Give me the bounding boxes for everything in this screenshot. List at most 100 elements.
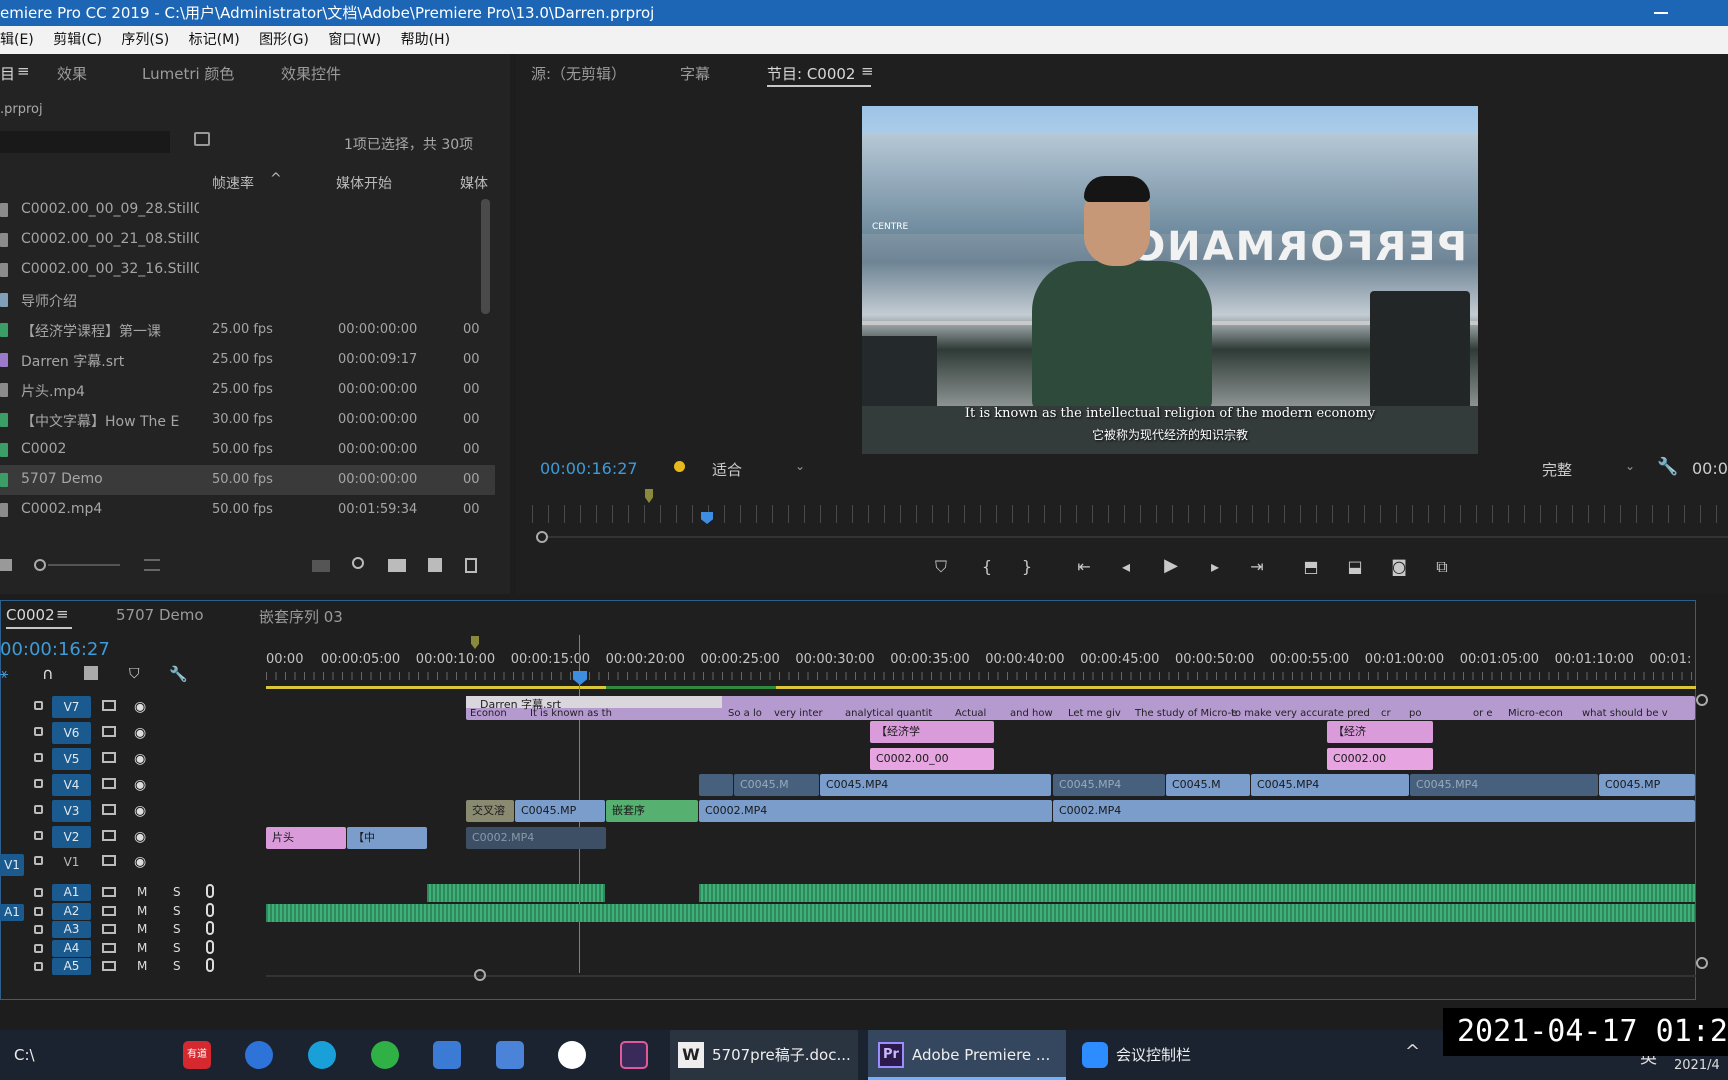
add-marker-icon[interactable]: ⛉ [129, 666, 140, 682]
tab-lumetri[interactable]: Lumetri 颜色 [142, 63, 234, 84]
taskbar-app-word[interactable]: W 5707pre稿子.doc... [670, 1030, 858, 1080]
sync-lock-icon[interactable] [102, 943, 116, 953]
caption-clip[interactable]: Micro-econ [1508, 708, 1563, 719]
panel-menu-icon[interactable]: ≡ [17, 62, 30, 80]
tab-effects[interactable]: 效果 [57, 63, 87, 84]
project-item[interactable]: 【中文字幕】How The E 30.00 fps 00:00:00:00 00 [0, 405, 495, 435]
solo-button[interactable]: S [173, 904, 181, 918]
eye-icon[interactable]: ◉ [134, 751, 146, 767]
find-icon[interactable] [194, 132, 210, 146]
work-area-bar[interactable] [266, 686, 426, 689]
clip-v4[interactable] [699, 774, 733, 796]
sync-lock-icon[interactable] [102, 700, 116, 711]
go-to-in-button[interactable]: ⇤ [1074, 557, 1094, 577]
clip-v4[interactable]: C0045.MP4 [1053, 774, 1165, 796]
track-label-v1[interactable]: V1 [52, 851, 91, 873]
program-video-frame[interactable]: CENTRE PERFORMANCE It is known as the in… [862, 106, 1478, 454]
chevron-down-icon[interactable]: ⌄ [1625, 459, 1635, 473]
wrench-icon[interactable]: 🔧 [169, 665, 188, 683]
menu-help[interactable]: 帮助(H) [401, 26, 450, 54]
microphone-icon[interactable] [206, 903, 214, 917]
mark-out-button[interactable]: } [1017, 557, 1037, 577]
sync-lock-icon[interactable] [102, 855, 116, 866]
taskbar-path[interactable]: C:\ [0, 1030, 130, 1080]
timeline-ruler[interactable]: 00:00 00:00:05:00 00:00:10:00 00:00:15:00 00… [266, 648, 1696, 688]
lock-icon[interactable] [34, 888, 43, 897]
lock-icon[interactable] [34, 944, 43, 953]
linked-selection-icon[interactable] [84, 666, 98, 680]
tab-sequence-5707[interactable]: 5707 Demo [116, 606, 204, 624]
source-patch-v1[interactable]: V1 [0, 854, 24, 876]
caption-clip[interactable]: what should be v [1582, 708, 1668, 719]
caption-clip[interactable]: Actual [955, 708, 986, 719]
sync-lock-icon[interactable] [102, 924, 116, 934]
sync-lock-icon[interactable] [102, 804, 116, 815]
clip-v5-still[interactable]: C0002.00_00 [870, 748, 994, 770]
menu-graphics[interactable]: 图形(G) [259, 26, 309, 54]
tab-source[interactable]: 源:（无剪辑） [531, 63, 626, 84]
delete-icon[interactable] [465, 558, 477, 573]
wechat-icon[interactable] [371, 1041, 399, 1069]
project-item[interactable]: 导师介绍 [0, 285, 495, 315]
tab-nested-sequence[interactable]: 嵌套序列 03 [259, 606, 343, 627]
scroll-handle[interactable] [474, 969, 486, 981]
clip-v6-title[interactable]: 【经济学 [870, 721, 994, 743]
taskbar-app-meeting[interactable]: 会议控制栏 [1074, 1030, 1224, 1080]
track-label-a3[interactable]: A3 [52, 921, 91, 938]
lock-icon[interactable] [34, 753, 43, 762]
monitor-zoom-bar[interactable] [548, 536, 1728, 538]
project-item[interactable]: Darren 字幕.srt 25.00 fps 00:00:09:17 00 [0, 345, 495, 375]
mute-button[interactable]: M [137, 904, 147, 918]
lock-icon[interactable] [34, 907, 43, 916]
clip-v4[interactable]: C0045.MP [1599, 774, 1695, 796]
clip-v4[interactable]: C0045.MP4 [820, 774, 1051, 796]
chevron-up-icon[interactable]: ^ [1405, 1041, 1420, 1062]
new-item-icon[interactable] [428, 558, 442, 572]
lock-icon[interactable] [34, 779, 43, 788]
eye-icon[interactable]: ◉ [134, 829, 146, 845]
clip-v4[interactable]: C0045.MP4 [1251, 774, 1409, 796]
clip-v4[interactable]: C0045.MP4 [1410, 774, 1598, 796]
wrench-icon[interactable]: 🔧 [1657, 457, 1678, 477]
zoom-handle[interactable] [536, 531, 548, 543]
mute-button[interactable]: M [137, 885, 147, 899]
audio-clip-a2[interactable] [266, 904, 1695, 922]
step-back-button[interactable]: ◂ [1116, 557, 1136, 577]
menu-window[interactable]: 窗口(W) [328, 26, 381, 54]
menu-marker[interactable]: 标记(M) [189, 26, 240, 54]
track-label-v4[interactable]: V4 [52, 774, 91, 796]
snap-nest-icon[interactable]: ⚹ [0, 666, 8, 682]
lock-icon[interactable] [34, 805, 43, 814]
source-patch-a1[interactable]: A1 [0, 904, 24, 921]
microphone-icon[interactable] [206, 940, 214, 954]
tab-captions[interactable]: 字幕 [680, 63, 710, 84]
project-item[interactable]: 片头.mp4 25.00 fps 00:00:00:00 00 [0, 375, 495, 405]
audio-clip-a1[interactable] [427, 884, 605, 902]
timeline-timecode[interactable]: 00:00:16:27 [0, 639, 110, 660]
caption-clip[interactable]: The study of Micro-e [1135, 708, 1237, 719]
taskbar-date[interactable]: 2021/4 [1674, 1058, 1720, 1073]
microphone-icon[interactable] [206, 884, 214, 898]
vpn-icon[interactable] [245, 1041, 273, 1069]
clip-v3[interactable]: C0045.MP [515, 800, 605, 822]
transition-cross-dissolve[interactable]: 交叉溶 [466, 800, 514, 822]
taskbar-app-premiere[interactable]: Pr Adobe Premiere ... [868, 1030, 1066, 1080]
menu-clip[interactable]: 剪辑(C) [53, 26, 102, 54]
solo-button[interactable]: S [173, 941, 181, 955]
clip-v5-still[interactable]: C0002.00 [1327, 748, 1433, 770]
sync-lock-icon[interactable] [102, 906, 116, 916]
search-input[interactable] [0, 131, 170, 153]
caption-clip[interactable]: Let me giv [1068, 708, 1121, 719]
caption-clip[interactable]: po [1409, 708, 1421, 719]
tab-project[interactable]: 目 [0, 63, 15, 84]
project-item[interactable]: C0002.00_00_32_16.Still00 [0, 255, 495, 285]
lock-icon[interactable] [34, 856, 43, 865]
panel-menu-icon[interactable]: ≡ [56, 605, 69, 623]
search-icon[interactable] [352, 557, 364, 569]
clip-v3[interactable]: C0002.MP4 [1053, 800, 1695, 822]
track-label-a4[interactable]: A4 [52, 940, 91, 957]
youdao-icon[interactable]: 有道 [183, 1041, 211, 1069]
menu-edit[interactable]: 辑(E) [0, 26, 34, 54]
eye-icon[interactable]: ◉ [134, 803, 146, 819]
mute-button[interactable]: M [137, 941, 147, 955]
